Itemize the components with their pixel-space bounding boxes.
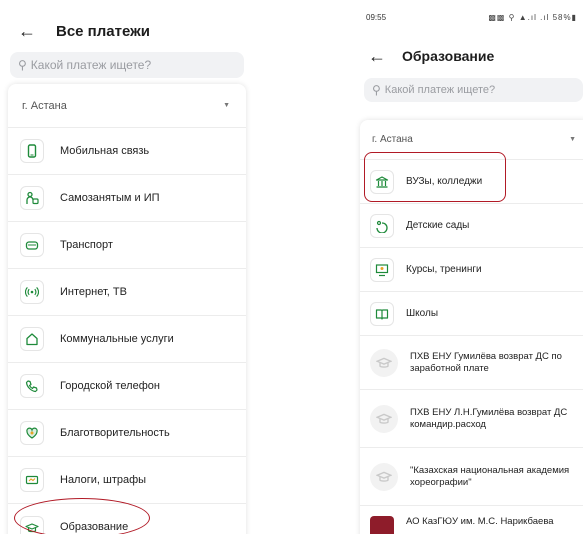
item-label: Детские сады xyxy=(406,219,470,231)
list-item-taxes[interactable]: Налоги, штрафы xyxy=(8,457,246,504)
list-item-kindergartens[interactable]: Детские сады xyxy=(360,204,583,248)
search-bar[interactable]: ⚲ xyxy=(10,52,244,78)
page-title: Образование xyxy=(402,48,495,64)
presentation-icon xyxy=(370,257,394,282)
page-title: Все платежи xyxy=(56,22,150,40)
item-label: ПХВ ЕНУ Гумилёва возврат ДС по заработно… xyxy=(410,350,562,374)
house-icon xyxy=(20,327,44,351)
graduation-cap-icon xyxy=(370,348,398,377)
logo-icon xyxy=(370,516,394,534)
list-item-charity[interactable]: Благотворительность xyxy=(8,410,246,457)
book-icon xyxy=(370,301,394,326)
list-item-utilities[interactable]: Коммунальные услуги xyxy=(8,316,246,363)
person-icon xyxy=(20,186,44,210)
list-item-education[interactable]: Образование xyxy=(8,504,246,534)
list-item-courses[interactable]: Курсы, тренинги xyxy=(360,248,583,292)
kindergarten-icon xyxy=(370,213,394,238)
item-label: Курсы, тренинги xyxy=(406,263,482,275)
graduation-cap-icon xyxy=(370,404,398,433)
item-label: ПХВ ЕНУ Л.Н.Гумилёва возврат ДС командир… xyxy=(410,406,568,430)
city-selector[interactable]: г. Астана ▼ xyxy=(8,84,246,128)
graduation-cap-icon xyxy=(20,515,44,534)
list-item-selfemployed[interactable]: Самозанятым и ИП xyxy=(8,175,246,222)
back-arrow-icon[interactable]: ← xyxy=(368,47,386,65)
list-item-transport[interactable]: Транспорт xyxy=(8,222,246,269)
list-item-internet[interactable]: Интернет, ТВ xyxy=(8,269,246,316)
list-item-enu-salary[interactable]: ПХВ ЕНУ Гумилёва возврат ДС по заработно… xyxy=(360,336,583,390)
list-item-kazguu[interactable]: АО КазГЮУ им. М.С. Нарикбаева xyxy=(360,506,583,534)
right-screen: 09:55 ▩▩ ⚲ ▲.ıl .ıl 58%▮ ← Образование ⚲… xyxy=(354,0,583,534)
item-label: Образование xyxy=(60,521,129,533)
handset-icon xyxy=(20,374,44,398)
category-list: г. Астана ▼ Мобильная связь Самозанятым … xyxy=(8,84,246,534)
battery-level: 58% xyxy=(552,12,572,22)
item-label: Благотворительность xyxy=(60,426,170,439)
university-icon xyxy=(370,169,394,194)
item-label: Интернет, ТВ xyxy=(60,285,127,298)
search-icon: ⚲ xyxy=(18,58,27,72)
item-label: Городской телефон xyxy=(60,379,160,392)
list-item-universities[interactable]: ВУЗы, колледжи xyxy=(360,160,583,204)
item-label: АО КазГЮУ им. М.С. Нарикбаева xyxy=(406,516,554,527)
left-screen: ← Все платежи ⚲ г. Астана ▼ Мобильная св… xyxy=(0,0,256,534)
list-item-schools[interactable]: Школы xyxy=(360,292,583,336)
search-input[interactable] xyxy=(384,84,565,96)
city-label: г. Астана xyxy=(22,99,67,112)
item-label: "Казахская национальная академия хореогр… xyxy=(410,464,570,488)
dropdown-caret-icon: ▼ xyxy=(223,102,230,109)
item-label: Школы xyxy=(406,307,439,319)
phone-icon xyxy=(20,139,44,163)
search-icon: ⚲ xyxy=(372,83,381,97)
item-label: Налоги, штрафы xyxy=(60,473,147,486)
graduation-cap-icon xyxy=(370,462,398,491)
item-label: Коммунальные услуги xyxy=(60,332,174,345)
item-label: Мобильная связь xyxy=(60,144,150,157)
status-icons: ▩▩ ⚲ ▲.ıl .ıl 58%▮ xyxy=(488,12,577,22)
city-selector[interactable]: г. Астана ▼ xyxy=(360,120,583,160)
wifi-icon xyxy=(20,280,44,304)
dropdown-caret-icon: ▼ xyxy=(569,136,576,143)
header: ← Все платежи xyxy=(0,18,256,44)
search-bar[interactable]: ⚲ xyxy=(364,78,583,102)
city-label: г. Астана xyxy=(372,134,413,145)
list-item-enu-travel[interactable]: ПХВ ЕНУ Л.Н.Гумилёва возврат ДС командир… xyxy=(360,390,583,448)
list-item-landline[interactable]: Городской телефон xyxy=(8,363,246,410)
search-input[interactable] xyxy=(30,58,223,72)
heart-icon xyxy=(20,421,44,445)
item-label: Самозанятым и ИП xyxy=(60,191,160,204)
car-icon xyxy=(20,233,44,257)
item-label: Транспорт xyxy=(60,238,113,251)
list-item-choreography[interactable]: "Казахская национальная академия хореогр… xyxy=(360,448,583,506)
status-time: 09:55 xyxy=(366,12,387,22)
receipt-icon xyxy=(20,468,44,492)
status-bar: 09:55 ▩▩ ⚲ ▲.ıl .ıl 58%▮ xyxy=(354,0,583,34)
education-list: г. Астана ▼ ВУЗы, колледжи Детские сады … xyxy=(360,120,583,534)
item-label: ВУЗы, колледжи xyxy=(406,175,483,187)
list-item-mobile[interactable]: Мобильная связь xyxy=(8,128,246,175)
back-arrow-icon[interactable]: ← xyxy=(18,22,36,40)
header: ← Образование xyxy=(354,44,583,68)
